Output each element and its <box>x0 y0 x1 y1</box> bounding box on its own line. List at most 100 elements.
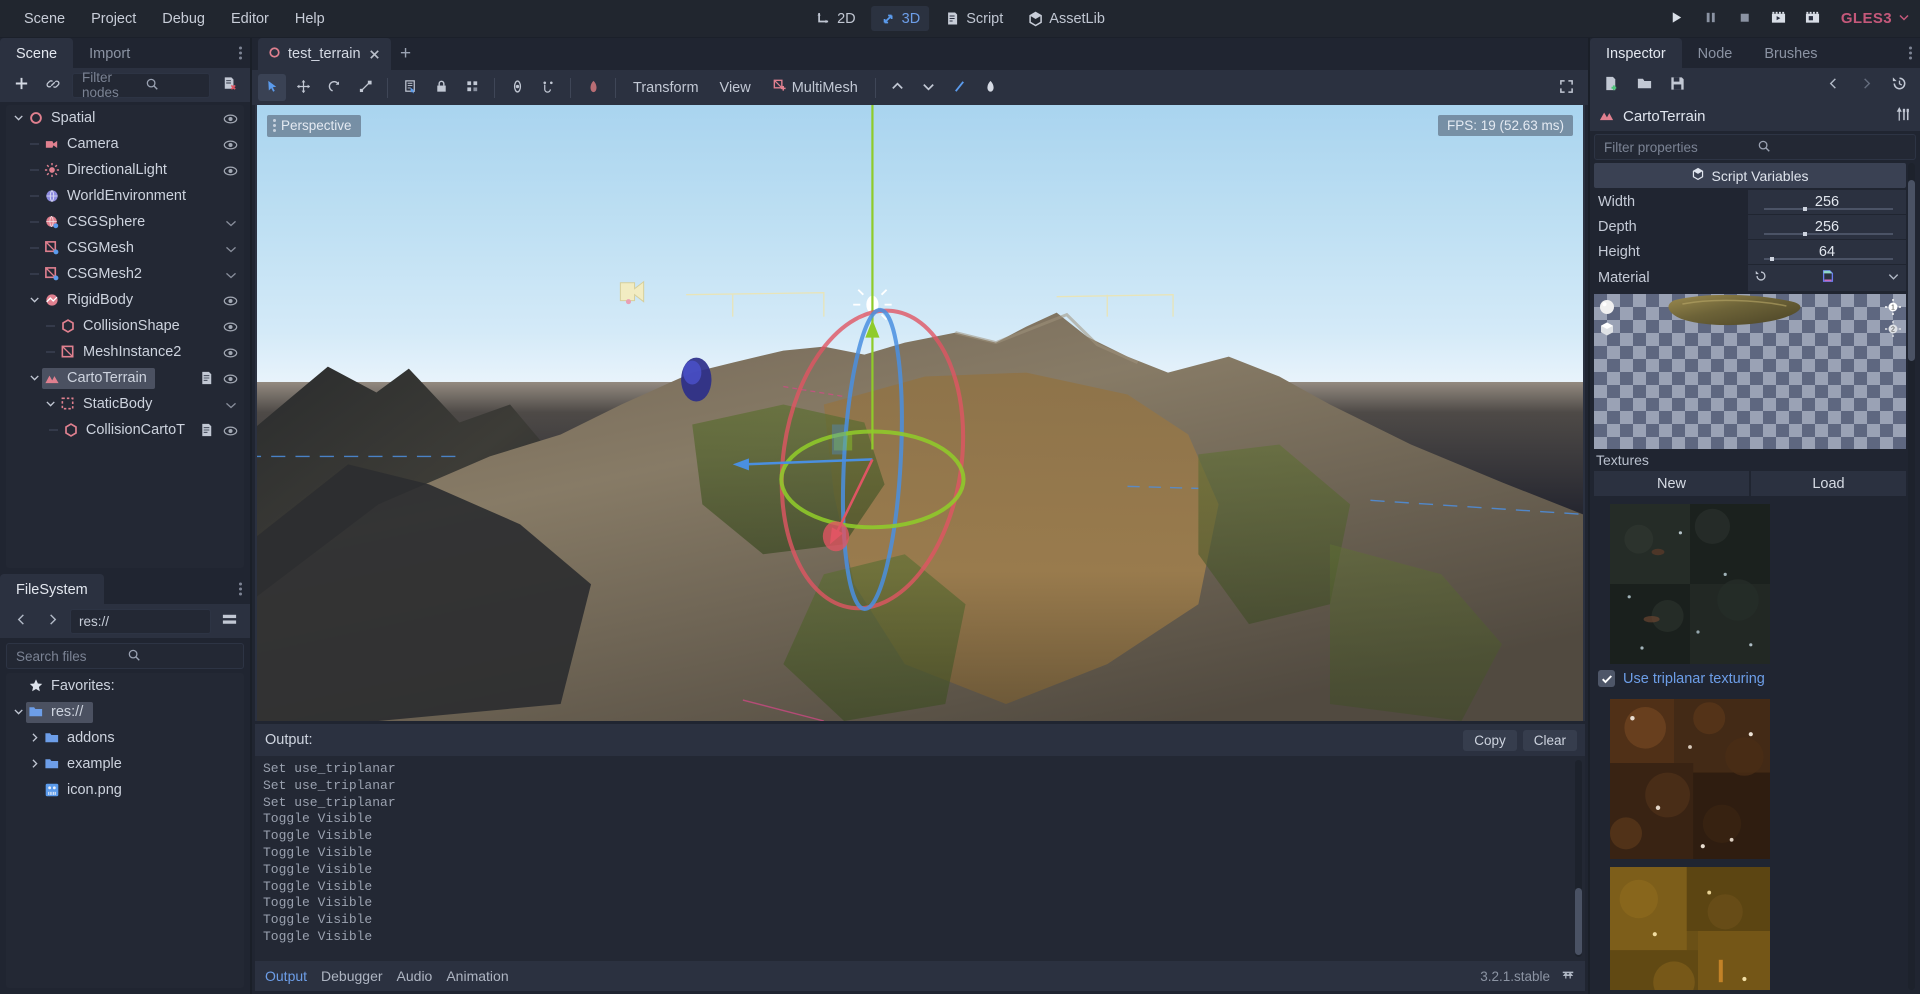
select-mode-button[interactable] <box>258 74 286 101</box>
tree-item-content[interactable]: CSGMesh2 <box>42 264 150 285</box>
filesystem-item-example[interactable]: example <box>6 751 244 777</box>
tab-inspector[interactable]: Inspector <box>1590 38 1682 68</box>
chevron-down-icon[interactable] <box>1887 270 1900 287</box>
script-attached-icon[interactable] <box>199 370 215 386</box>
scale-mode-button[interactable] <box>351 74 379 101</box>
property-slider[interactable] <box>1763 207 1894 211</box>
expand-arrow-right-icon[interactable] <box>28 730 42 746</box>
tree-item-content[interactable]: MeshInstance2 <box>58 342 189 363</box>
scene-tree-item-spatial[interactable]: Spatial <box>6 105 244 131</box>
scene-tree-item-csgsphere[interactable]: CSGSphere <box>6 209 244 235</box>
filesystem-item-favorites[interactable]: Favorites: <box>6 673 244 699</box>
material-field[interactable] <box>1748 265 1906 291</box>
filesystem-tree[interactable]: Favorites: res:// addons example icon.png <box>6 673 244 988</box>
environment-button[interactable] <box>579 74 607 101</box>
play-button[interactable] <box>1661 4 1693 34</box>
visibility-chevron-icon[interactable] <box>224 241 238 255</box>
tab-brushes[interactable]: Brushes <box>1748 38 1833 68</box>
visibility-chevron-icon[interactable] <box>224 397 238 411</box>
multimesh-menu-button[interactable]: MultiMesh <box>763 74 867 101</box>
filesystem-item-iconpng[interactable]: icon.png <box>6 777 244 803</box>
mode-button-assetlib[interactable]: AssetLib <box>1018 6 1114 31</box>
filesystem-item-addons[interactable]: addons <box>6 725 244 751</box>
snap-mode-button[interactable] <box>534 74 562 101</box>
visibility-eye-icon[interactable] <box>223 319 238 334</box>
rotate-mode-button[interactable] <box>320 74 348 101</box>
tab-filesystem[interactable]: FileSystem <box>0 574 104 604</box>
visibility-eye-icon[interactable] <box>223 371 238 386</box>
expand-arrow-down-icon[interactable] <box>12 110 26 126</box>
bottom-tab-debugger[interactable]: Debugger <box>321 968 383 984</box>
new-resource-button[interactable] <box>1598 72 1624 98</box>
fs-forward-button[interactable] <box>39 608 65 634</box>
filesystem-item-content[interactable]: icon.png <box>42 780 132 801</box>
expand-arrow-down-icon[interactable] <box>44 396 58 412</box>
tree-item-content[interactable]: CollisionShape <box>58 316 188 337</box>
bottom-tab-output[interactable]: Output <box>265 968 307 984</box>
tree-item-content[interactable]: CollisionCartoT <box>61 420 193 441</box>
group-button[interactable] <box>458 74 486 101</box>
remote-script-button[interactable] <box>216 72 242 98</box>
renderer-selector[interactable]: GLES3 <box>1841 10 1910 27</box>
rock-texture-thumb[interactable] <box>1602 504 1778 664</box>
filesystem-item-content[interactable]: addons <box>42 728 125 749</box>
mode-button-2d[interactable]: 2D <box>806 6 865 31</box>
3d-viewport[interactable]: Perspective FPS: 19 (52.63 ms) <box>255 105 1585 721</box>
tab-node[interactable]: Node <box>1682 38 1749 68</box>
bottom-tab-animation[interactable]: Animation <box>446 968 508 984</box>
scene-tree-item-cartoterrain[interactable]: CartoTerrain <box>6 365 244 391</box>
inspector-scrollbar[interactable] <box>1908 163 1915 990</box>
preview-box-icon[interactable] <box>1598 320 1616 338</box>
instance-scene-button[interactable] <box>40 72 66 98</box>
tree-item-content[interactable]: CartoTerrain <box>42 367 155 389</box>
menu-scene[interactable]: Scene <box>12 7 77 31</box>
preview-light2-icon[interactable]: 2 <box>1884 320 1902 338</box>
expand-arrow-down-icon[interactable] <box>12 704 26 720</box>
scene-tree-item-meshinstance2[interactable]: MeshInstance2 <box>6 339 244 365</box>
expand-bottom-panel-icon[interactable] <box>1561 968 1575 985</box>
new-scene-tab-button[interactable]: + <box>391 38 421 70</box>
visibility-eye-icon[interactable] <box>223 137 238 152</box>
history-button[interactable] <box>1886 72 1912 98</box>
tree-item-content[interactable]: RigidBody <box>42 290 141 311</box>
menu-debug[interactable]: Debug <box>150 7 217 31</box>
fullscreen-viewport-button[interactable] <box>1552 74 1580 101</box>
pause-button[interactable] <box>1695 4 1727 34</box>
dirt-texture-thumb[interactable] <box>1602 699 1778 859</box>
expand-arrow-down-icon[interactable] <box>28 370 42 386</box>
save-resource-button[interactable] <box>1664 72 1690 98</box>
scene-tree-item-directionallight[interactable]: DirectionalLight <box>6 157 244 183</box>
filesystem-item-res[interactable]: res:// <box>6 699 244 725</box>
tree-item-content[interactable]: WorldEnvironment <box>42 186 194 207</box>
list-select-button[interactable] <box>396 74 424 101</box>
viewport-menu-icon[interactable] <box>273 119 276 132</box>
lower-terrain-button[interactable] <box>915 74 943 101</box>
mode-button-script[interactable]: Script <box>935 6 1012 31</box>
fs-back-button[interactable] <box>8 608 34 634</box>
expand-arrow-down-icon[interactable] <box>28 292 42 308</box>
tab-import[interactable]: Import <box>73 38 146 68</box>
revert-icon[interactable] <box>1754 269 1768 287</box>
use-local-space-button[interactable] <box>503 74 531 101</box>
tree-item-content[interactable]: DirectionalLight <box>42 160 175 181</box>
filesystem-dock-menu-icon[interactable] <box>239 582 242 596</box>
scene-tree[interactable]: Spatial Camera DirectionalLight WorldEnviro… <box>6 105 244 568</box>
play-custom-scene-button[interactable] <box>1797 4 1829 34</box>
scene-tree-item-staticbody[interactable]: StaticBody <box>6 391 244 417</box>
scene-tree-item-rigidbody[interactable]: RigidBody <box>6 287 244 313</box>
visibility-eye-icon[interactable] <box>223 345 238 360</box>
tree-item-content[interactable]: CSGSphere <box>42 212 153 233</box>
bottom-tab-audio[interactable]: Audio <box>397 968 433 984</box>
visibility-eye-icon[interactable] <box>223 163 238 178</box>
open-resource-button[interactable] <box>1631 72 1657 98</box>
inspector-properties-scroll[interactable]: Script Variables Width 256 Depth 256 Height 6… <box>1594 163 1916 990</box>
clear-button[interactable]: Clear <box>1522 729 1577 751</box>
material-preview[interactable]: 1 2 <box>1594 294 1906 449</box>
filesystem-item-content[interactable]: example <box>42 754 132 775</box>
visibility-eye-icon[interactable] <box>223 293 238 308</box>
tree-item-content[interactable]: StaticBody <box>58 394 160 415</box>
menu-help[interactable]: Help <box>283 7 337 31</box>
raise-terrain-button[interactable] <box>884 74 912 101</box>
inspector-dock-menu-icon[interactable] <box>1909 46 1912 60</box>
tree-item-content[interactable]: Camera <box>42 134 127 155</box>
